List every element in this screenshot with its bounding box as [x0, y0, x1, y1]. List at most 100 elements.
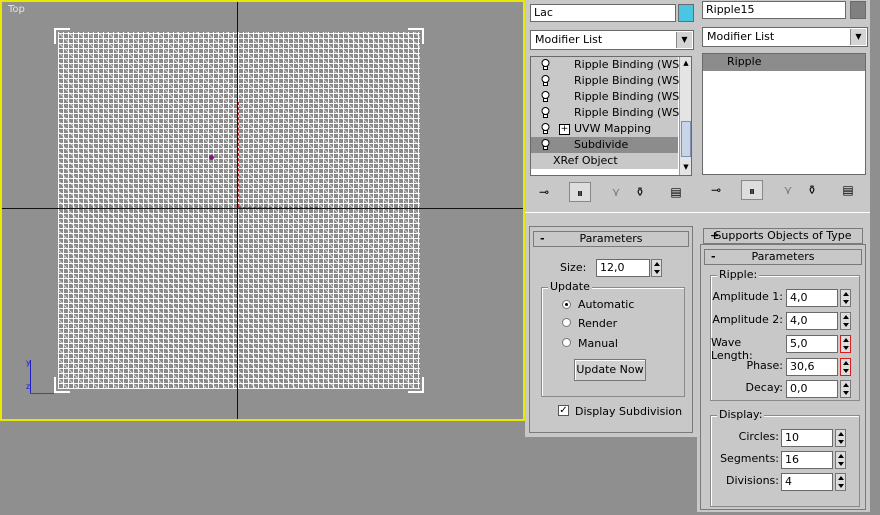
circles-spinner[interactable]	[835, 429, 846, 447]
amplitude1-label: Amplitude 1:	[712, 290, 783, 303]
divisions-label: Divisions:	[725, 474, 779, 487]
world-axis-vertical	[237, 2, 238, 419]
object-color-swatch[interactable]	[678, 4, 694, 22]
stack-row-label: UVW Mapping	[574, 122, 652, 135]
render-label[interactable]: Render	[578, 317, 617, 330]
ripple-gizmo-axis[interactable]	[238, 207, 318, 209]
modifier-list-dropdown[interactable]: Modifier List ▼	[530, 30, 694, 50]
make-unique-icon[interactable]: ⋎	[777, 180, 799, 200]
stack-scrollbar[interactable]: ▲ ▼	[679, 57, 691, 175]
manual-radio[interactable]	[562, 338, 571, 347]
expand-icon: +	[710, 229, 720, 242]
lightbulb-icon[interactable]	[541, 123, 550, 135]
divider	[525, 212, 697, 213]
amplitude1-spinner[interactable]	[840, 289, 851, 307]
show-end-result-icon[interactable]: ⏸	[741, 180, 763, 200]
object-name-field[interactable]: Lac	[530, 4, 676, 22]
stack-row-label: Ripple Binding (WSM	[574, 106, 689, 119]
decay-spinner[interactable]	[840, 380, 851, 398]
wavelength-field[interactable]: 5,0	[786, 335, 838, 353]
ripple-gizmo-axis[interactable]	[238, 102, 240, 207]
automatic-radio[interactable]	[562, 300, 571, 309]
selection-bracket	[408, 28, 424, 44]
modifier-stack[interactable]: Ripple	[702, 53, 866, 175]
amplitude2-field[interactable]: 4,0	[786, 312, 838, 330]
stack-row-ripple[interactable]: Ripple	[703, 54, 865, 71]
wavelength-spinner[interactable]	[840, 335, 851, 353]
collapse-icon: -	[711, 250, 716, 263]
amplitude2-spinner[interactable]	[840, 312, 851, 330]
display-group: Display: Circles: 10 Segments: 16 Divisi…	[710, 408, 860, 507]
stack-row[interactable]: XRef Object	[531, 153, 678, 170]
parameters-rollout-header[interactable]: - Parameters	[704, 249, 862, 265]
pivot-point[interactable]	[209, 155, 214, 160]
decay-field[interactable]: 0,0	[786, 380, 838, 398]
scroll-up-icon[interactable]: ▲	[680, 57, 691, 69]
stack-row[interactable]: Ripple Binding (WSM	[531, 57, 689, 74]
collapse-icon: -	[540, 232, 545, 245]
configure-sets-icon[interactable]: ▤	[665, 182, 687, 202]
lightbulb-icon[interactable]	[541, 139, 550, 151]
stack-row-label: Ripple Binding (WSM	[574, 58, 689, 71]
object-color-swatch[interactable]	[850, 1, 866, 19]
decay-label: Decay:	[745, 381, 783, 394]
configure-sets-icon[interactable]: ▤	[837, 180, 859, 200]
object-name-field[interactable]: Ripple15	[702, 1, 846, 19]
modifier-list-dropdown[interactable]: Modifier List ▼	[702, 27, 868, 47]
chevron-down-icon[interactable]: ▼	[850, 29, 866, 45]
remove-modifier-icon[interactable]: ⚱	[801, 180, 823, 200]
stack-row[interactable]: Ripple Binding (WSM	[531, 73, 689, 90]
display-subdivision-checkbox[interactable]: ✓	[558, 405, 569, 416]
phase-field[interactable]: 30,6	[786, 358, 838, 376]
stack-row[interactable]: Ripple Binding (WSM	[531, 89, 689, 106]
segments-spinner[interactable]	[835, 451, 846, 469]
lightbulb-icon[interactable]	[541, 59, 550, 71]
plane-mesh[interactable]	[58, 32, 420, 389]
amplitude1-field[interactable]: 4,0	[786, 289, 838, 307]
render-radio[interactable]	[562, 318, 571, 327]
divider	[697, 212, 870, 213]
supports-rollout-header[interactable]: + Supports Objects of Type	[703, 228, 863, 244]
circles-label: Circles:	[738, 430, 779, 443]
stack-row[interactable]: + UVW Mapping	[531, 121, 678, 138]
chevron-down-icon[interactable]: ▼	[676, 32, 692, 48]
stack-row-label: Ripple Binding (WSM	[574, 74, 689, 87]
automatic-label[interactable]: Automatic	[578, 298, 634, 311]
stack-row[interactable]: Subdivide	[531, 137, 678, 154]
lightbulb-icon[interactable]	[541, 107, 550, 119]
make-unique-icon[interactable]: ⋎	[605, 182, 627, 202]
modifier-stack[interactable]: Ripple Binding (WSM Ripple Binding (WSM Ri…	[530, 56, 692, 176]
parameters-panel: - Parameters Size: 12,0 Update Automatic…	[529, 226, 693, 433]
show-end-result-icon[interactable]: ⏸	[569, 182, 591, 202]
size-spinner[interactable]	[651, 259, 662, 277]
stack-row[interactable]: Ripple Binding (WSM	[531, 105, 689, 122]
lightbulb-icon[interactable]	[541, 75, 550, 87]
viewport-label[interactable]: Top	[8, 4, 25, 15]
update-group: Update Automatic Render Manual Update No…	[541, 280, 685, 397]
top-viewport[interactable]: Top y z	[0, 0, 525, 421]
lightbulb-icon[interactable]	[541, 91, 550, 103]
parameters-panel: - Parameters Ripple: Amplitude 1: 4,0 Am…	[700, 244, 866, 510]
manual-label[interactable]: Manual	[578, 337, 618, 350]
display-subdivision-label[interactable]: Display Subdivision	[575, 405, 682, 418]
ripple-group: Ripple: Amplitude 1: 4,0 Amplitude 2: 4,…	[710, 268, 860, 401]
circles-field[interactable]: 10	[781, 429, 833, 447]
scroll-down-icon[interactable]: ▼	[680, 161, 691, 173]
size-field[interactable]: 12,0	[596, 259, 650, 277]
divisions-spinner[interactable]	[835, 473, 846, 491]
pin-stack-icon[interactable]: ⊸	[705, 180, 727, 200]
pin-stack-icon[interactable]: ⊸	[533, 182, 555, 202]
right-command-panel: Ripple15 Modifier List ▼ Ripple ⊸ ⏸ ⋎ ⚱ …	[697, 0, 870, 512]
parameters-rollout-header[interactable]: - Parameters	[533, 231, 689, 247]
scroll-thumb[interactable]	[681, 121, 691, 157]
amplitude2-label: Amplitude 2:	[712, 313, 783, 326]
left-command-panel: Lac Modifier List ▼ Ripple Binding (WSM R…	[525, 0, 697, 437]
remove-modifier-icon[interactable]: ⚱	[629, 182, 651, 202]
stack-row-label: XRef Object	[553, 154, 618, 167]
stack-row-label: Ripple Binding (WSM	[574, 90, 689, 103]
segments-field[interactable]: 16	[781, 451, 833, 469]
divisions-field[interactable]: 4	[781, 473, 833, 491]
update-now-button[interactable]: Update Now	[574, 359, 646, 381]
phase-spinner[interactable]	[840, 358, 851, 376]
expand-icon[interactable]: +	[559, 124, 570, 135]
